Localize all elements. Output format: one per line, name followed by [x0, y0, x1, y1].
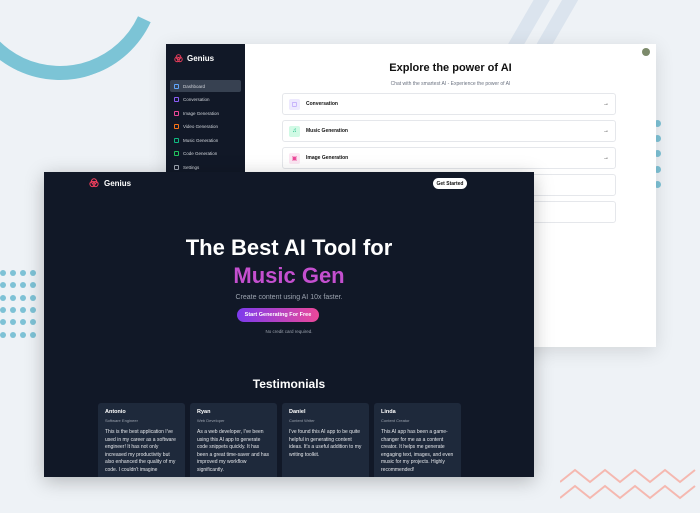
logo-text: Genius — [104, 178, 132, 188]
testimonial-card: Ryan Web Developer As a web developer, I'v… — [190, 403, 277, 477]
avatar[interactable] — [642, 48, 650, 56]
testimonial-text: This is the best application I've used i… — [105, 429, 176, 473]
sidebar-item-label: Image Generation — [183, 110, 220, 116]
tool-card-label: Music Generation — [306, 128, 348, 134]
sidebar-item-icon — [174, 83, 179, 89]
tool-card[interactable]: ▢ Conversation → — [282, 93, 616, 115]
arrow-right-icon: → — [603, 101, 609, 107]
logo-text: Genius — [187, 53, 215, 63]
sidebar-item-icon — [174, 97, 179, 102]
no-credit-card-note: No credit card required. — [265, 329, 313, 334]
landing-navbar: Genius Get Started — [44, 172, 534, 194]
chat-icon: ▢ — [289, 98, 300, 110]
decorative-dots — [654, 120, 668, 190]
testimonial-card: Daniel Content Writer I've found this AI a… — [282, 403, 369, 477]
tool-card-label: Conversation — [306, 101, 338, 107]
sidebar-item-music-generation[interactable]: Music Generation — [170, 134, 241, 146]
sidebar-item-label: Music Generation — [183, 137, 219, 143]
testimonial-role: Web Developer — [197, 418, 225, 423]
sidebar-item-icon — [174, 164, 179, 170]
decorative-dots — [0, 270, 36, 340]
page-title: Explore the power of AI — [389, 62, 512, 74]
logo-icon — [174, 53, 183, 62]
testimonial-text: This AI app has been a game-changer for … — [381, 429, 454, 473]
get-started-button[interactable]: Get Started — [433, 178, 467, 189]
testimonial-name: Daniel — [289, 409, 306, 415]
testimonial-text: I've found this AI app to be quite helpf… — [289, 429, 362, 458]
landing-logo[interactable]: Genius — [89, 178, 131, 188]
tool-card[interactable]: ▣ Image Generation → — [282, 147, 616, 169]
start-generating-button[interactable]: Start Generating For Free — [237, 308, 319, 322]
sidebar-item-image-generation[interactable]: Image Generation — [170, 107, 241, 119]
testimonial-card: Antonio Software Engineer This is the best… — [98, 403, 185, 477]
testimonial-card: Linda Content Creator This AI app has been… — [374, 403, 461, 477]
image-icon: ▣ — [289, 152, 300, 164]
testimonial-role: Software Engineer — [105, 418, 138, 423]
page-subtitle: Chat with the smartest AI - Experience t… — [390, 81, 511, 87]
sidebar-item-label: Settings — [183, 164, 200, 170]
sidebar-item-icon — [174, 110, 179, 116]
sidebar-item-icon — [174, 137, 179, 143]
landing-window: Genius Get Started The Best AI Tool for … — [44, 172, 534, 477]
testimonial-name: Linda — [381, 409, 396, 415]
sidebar-item-label: Video Generation — [183, 124, 218, 129]
tool-card[interactable]: ♫ Music Generation → — [282, 120, 616, 142]
testimonial-name: Ryan — [197, 409, 211, 415]
decorative-arc — [0, 0, 189, 109]
logo-icon — [89, 178, 99, 188]
testimonials-heading: Testimonials — [252, 377, 326, 391]
arrow-right-icon: → — [603, 128, 609, 134]
sidebar-item-label: Code Generation — [183, 151, 218, 156]
testimonial-text: As a web developer, I've been using this… — [197, 429, 269, 473]
music-icon: ♫ — [289, 125, 300, 137]
sidebar-item-label: Dashboard — [183, 83, 206, 89]
hero-headline-accent: Music Gen — [233, 263, 345, 288]
sidebar-item-code-generation[interactable]: Code Generation — [170, 148, 241, 160]
sidebar-item-icon — [174, 124, 179, 129]
tool-card-label: Image Generation — [306, 155, 349, 161]
arrow-right-icon: → — [603, 155, 609, 161]
sidebar-item-conversation[interactable]: Conversation — [170, 94, 241, 106]
testimonial-role: Content Writer — [289, 418, 315, 423]
dashboard-logo[interactable]: Genius — [174, 50, 241, 66]
sidebar-item-video-generation[interactable]: Video Generation — [170, 121, 241, 133]
testimonials-list: Antonio Software Engineer This is the best… — [98, 403, 461, 477]
testimonial-name: Antonio — [105, 409, 126, 415]
sidebar-item-label: Conversation — [183, 97, 210, 102]
decorative-zigzag — [560, 468, 696, 500]
hero-headline: The Best AI Tool for — [185, 235, 393, 260]
sidebar-item-icon — [174, 151, 179, 156]
hero-description: Create content using AI 10x faster. — [235, 294, 343, 301]
sidebar-item-dashboard[interactable]: Dashboard — [170, 80, 241, 92]
testimonial-role: Content Creator — [381, 418, 410, 423]
